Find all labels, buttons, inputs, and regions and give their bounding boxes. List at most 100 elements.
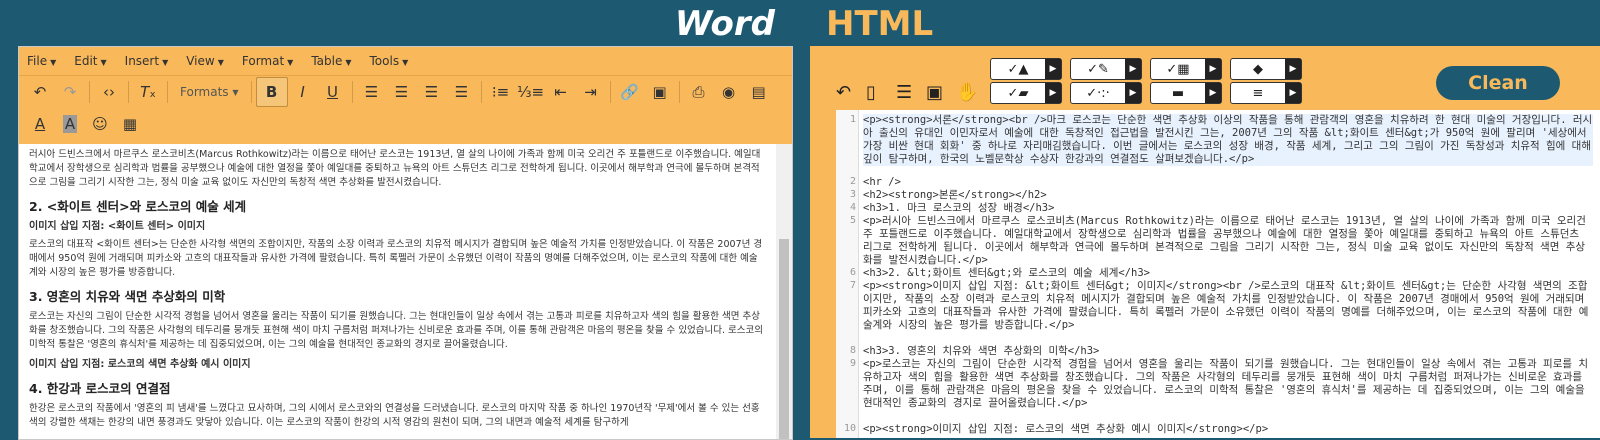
code-line: <p><strong>이미지 삽입 지점: &lt;화이트 센터&gt; 이미지… bbox=[863, 280, 1591, 331]
compress-icon[interactable]: ▣ bbox=[926, 82, 956, 103]
arrow-icon: ▶ bbox=[1045, 83, 1061, 103]
word-panel-title: Word bbox=[674, 4, 775, 44]
menu-label: File bbox=[27, 54, 48, 68]
option-button[interactable]: ✓▰ ▶ bbox=[990, 82, 1062, 104]
arrow-icon: ▶ bbox=[1285, 59, 1301, 79]
arrow-icon: ▶ bbox=[1205, 83, 1221, 103]
cleaner-icon[interactable]: ✋ bbox=[956, 82, 986, 103]
italic-icon[interactable]: I bbox=[288, 78, 318, 106]
check-icon: ✓▦ bbox=[1166, 61, 1190, 77]
print-icon[interactable]: ⎙ bbox=[684, 78, 714, 106]
option-button[interactable]: ≡ ▶ bbox=[1230, 82, 1302, 104]
toolbar-divider bbox=[167, 81, 168, 103]
menu-insert[interactable]: Insert ▼ bbox=[125, 54, 169, 68]
html-panel-title: HTML bbox=[826, 4, 934, 44]
toolbar-divider bbox=[351, 81, 353, 103]
check-icon: ✓▲ bbox=[1007, 61, 1029, 77]
image-icon[interactable]: ▣ bbox=[645, 78, 675, 106]
bullet-list-icon[interactable]: ⁝≡ bbox=[486, 78, 516, 106]
paragraph: 한강은 로스코의 작품에서 '영혼의 피 냄새'를 느꼈다고 묘사하며, 그의 … bbox=[29, 403, 760, 428]
toolbar-divider bbox=[89, 81, 90, 103]
outdent-icon[interactable]: ⇤ bbox=[546, 78, 576, 106]
toolbar-divider bbox=[480, 81, 482, 103]
numbered-list-icon[interactable]: ⅓≡ bbox=[516, 78, 546, 106]
html-editor: ✓▲ ▶ ✓✎ ▶ ✓▦ ▶ ◆ ▶ ✓▰ ▶ ✓·:· ▶ ▬ ▶ ≡ ▶ ↶ ▯ ☰ ▣ ✋… bbox=[810, 46, 1600, 438]
image-insert-note: 이미지 삽입 지점: <화이트 센터> 이미지 bbox=[29, 221, 206, 232]
code-line: <h2><strong>본론</strong></h2> bbox=[863, 189, 1047, 201]
comment-icon: ▬ bbox=[1171, 85, 1185, 101]
menu-edit[interactable]: Edit ▼ bbox=[74, 54, 106, 68]
check-icon: ✓·:· bbox=[1086, 85, 1110, 101]
media-icon[interactable]: ▤ bbox=[744, 78, 774, 106]
align-right-icon[interactable]: ☰ bbox=[417, 78, 447, 106]
menu-label: Insert bbox=[124, 54, 160, 68]
table-icon[interactable]: ▦ bbox=[115, 110, 145, 138]
line-number: 10 bbox=[843, 423, 856, 434]
menu-tools[interactable]: Tools ▼ bbox=[370, 54, 409, 68]
indent-icon[interactable]: ⇥ bbox=[576, 78, 606, 106]
arrow-icon: ▶ bbox=[1125, 83, 1141, 103]
indent-icon[interactable]: ☰ bbox=[896, 82, 926, 103]
line-number: 7 bbox=[849, 280, 856, 291]
menu-label: Tools bbox=[369, 54, 400, 68]
code-line: <p><strong>서론</strong><br />마크 로스코는 단순한 … bbox=[863, 114, 1598, 166]
section-heading: 2. <화이트 센터>와 로스코의 예술 세계 bbox=[29, 199, 247, 214]
option-button[interactable]: ✓▦ ▶ bbox=[1150, 58, 1222, 80]
menu-file[interactable]: File ▼ bbox=[27, 54, 56, 68]
chevron-down-icon: ▼ bbox=[345, 58, 352, 67]
option-button[interactable]: ▬ ▶ bbox=[1150, 82, 1222, 104]
chevron-down-icon: ▼ bbox=[287, 58, 294, 67]
text-color-icon[interactable]: A bbox=[25, 110, 55, 138]
code-line: <p>러시아 드빈스크에서 마르쿠스 로스코비츠(Marcus Rothkowi… bbox=[863, 215, 1593, 266]
undo-icon[interactable]: ↶ bbox=[25, 78, 55, 106]
align-left-icon[interactable]: ☰ bbox=[357, 78, 387, 106]
option-button[interactable]: ◆ ▶ bbox=[1230, 58, 1302, 80]
line-number: 3 bbox=[849, 189, 856, 200]
toolbar-divider bbox=[250, 81, 252, 103]
redo-icon[interactable]: ↷ bbox=[55, 78, 85, 106]
menu-view[interactable]: View ▼ bbox=[186, 54, 224, 68]
paragraph: 로스코의 대표작 <화이트 센터>는 단순한 사각형 색면의 조합이지만, 작품… bbox=[29, 239, 763, 278]
formats-dropdown[interactable]: Formats ▼ bbox=[172, 78, 247, 106]
clean-button[interactable]: Clean bbox=[1436, 66, 1560, 100]
code-line: <h3>2. &lt;화이트 센터&gt;와 로스코의 예술 세계</h3> bbox=[863, 267, 1150, 279]
option-button[interactable]: ✓✎ ▶ bbox=[1070, 58, 1142, 80]
word-panel: Word File ▼ Edit ▼ Insert ▼ View ▼ Format ▼ T… bbox=[0, 0, 805, 440]
section-heading: 4. 한강과 로스코의 연결점 bbox=[29, 381, 171, 396]
toolbar-divider bbox=[128, 81, 129, 103]
code-line: <p><strong>이미지 삽입 지점: 로스코의 색면 추상화 예시 이미지… bbox=[863, 423, 1269, 435]
align-center-icon[interactable]: ☰ bbox=[387, 78, 417, 106]
word-editor: File ▼ Edit ▼ Insert ▼ View ▼ Format ▼ Table ▼… bbox=[18, 46, 793, 440]
arrow-icon: ▶ bbox=[1125, 59, 1141, 79]
source-code-icon[interactable]: ‹› bbox=[94, 78, 124, 106]
section-heading: 3. 영혼의 치유와 색면 추상화의 미학 bbox=[29, 289, 226, 304]
menu-table[interactable]: Table ▼ bbox=[311, 54, 351, 68]
scrollbar-thumb[interactable] bbox=[779, 239, 789, 439]
align-justify-icon[interactable]: ☰ bbox=[447, 78, 477, 106]
code-line: <p>로스코는 자신의 그림이 단순한 시각적 경험을 넘어서 영혼을 울리는 … bbox=[863, 358, 1591, 409]
underline-icon[interactable]: U bbox=[318, 78, 348, 106]
bold-icon[interactable]: B bbox=[255, 77, 288, 107]
document-content[interactable]: 러시아 드빈스크에서 마르쿠스 로스코비츠(Marcus Rothkowitz)… bbox=[19, 144, 774, 439]
clear-format-icon[interactable]: Tₓ bbox=[133, 78, 163, 106]
line-number: 5 bbox=[849, 215, 856, 226]
code-editor[interactable]: 1 <p><strong>서론</strong><br />마크 로스코는 단순한… bbox=[836, 110, 1600, 438]
menu-label: Format bbox=[241, 54, 285, 68]
emoticon-icon[interactable]: ☺ bbox=[85, 110, 115, 138]
paragraph: 러시아 드빈스크에서 마르쿠스 로스코비츠(Marcus Rothkowitz)… bbox=[29, 149, 761, 188]
arrow-icon: ▶ bbox=[1205, 59, 1221, 79]
background-color-icon[interactable]: A bbox=[55, 110, 85, 138]
option-button[interactable]: ✓▲ ▶ bbox=[990, 58, 1062, 80]
check-icon: ✓✎ bbox=[1087, 61, 1109, 77]
menu-label: View bbox=[186, 54, 215, 68]
option-button[interactable]: ✓·:· ▶ bbox=[1070, 82, 1142, 104]
undo-icon[interactable]: ↶ bbox=[836, 82, 866, 103]
link-icon[interactable]: 🔗 bbox=[615, 78, 645, 106]
line-number: 8 bbox=[849, 345, 856, 356]
scrollbar[interactable] bbox=[776, 144, 792, 439]
preview-icon[interactable]: ◉ bbox=[714, 78, 744, 106]
menu-format[interactable]: Format ▼ bbox=[242, 54, 293, 68]
new-document-icon[interactable]: ▯ bbox=[866, 82, 896, 103]
line-number: 6 bbox=[849, 267, 856, 278]
tag-icon: ◆ bbox=[1253, 61, 1263, 77]
